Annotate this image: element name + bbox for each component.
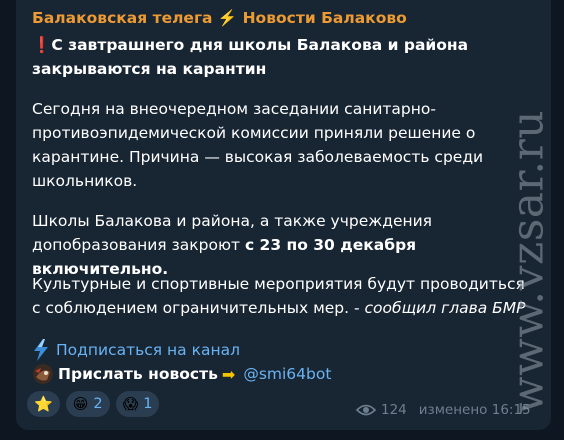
star-icon: ⭐ [34, 394, 53, 413]
bot-link[interactable]: @smi64bot [243, 365, 331, 383]
reaction-grin[interactable]: 😁 2 [65, 391, 110, 417]
subscribe-link[interactable]: Подписаться на канал [56, 341, 240, 359]
post-paragraph-3: Культурные и спортивные мероприятия буду… [32, 272, 532, 320]
post-headline: ❗С завтрашнего дня школы Балакова и райо… [32, 33, 542, 81]
exclamation-icon: ❗ [32, 36, 52, 54]
arrow-right-icon: ➡ [221, 364, 236, 384]
reactions-bar: ⭐ 😁 2 😱 1 [27, 391, 165, 417]
chat-background-strip [0, 432, 564, 440]
eye-icon [356, 404, 376, 416]
grin-icon: 😁 [72, 394, 89, 413]
reaction-count: 2 [93, 396, 103, 412]
watermark: www.vzsar.ru [502, 92, 554, 432]
reaction-count: 1 [143, 396, 153, 412]
scream-icon: 😱 [122, 394, 139, 413]
lightning-icon [34, 339, 48, 361]
post-paragraph-1: Сегодня на внеочередном заседании санита… [32, 100, 484, 190]
channel-name[interactable]: Балаковская телега ⚡️ Новости Балаково [32, 9, 407, 27]
subscribe-row[interactable]: Подписаться на канал [32, 339, 240, 361]
reaction-star[interactable]: ⭐ [27, 391, 60, 417]
send-news-row: Прислать новость ➡ @smi64bot [32, 362, 331, 386]
watermark-text: www.vzsar.ru [502, 109, 554, 415]
send-news-label: Прислать новость [58, 365, 218, 383]
headline-text: С завтрашнего дня школы Балакова и район… [32, 36, 469, 78]
mascot-icon [33, 364, 53, 384]
reaction-scream[interactable]: 😱 1 [115, 391, 160, 417]
post-paragraph-2: Школы Балакова и района, а также учрежде… [32, 209, 532, 281]
view-count: 124 [381, 402, 407, 418]
